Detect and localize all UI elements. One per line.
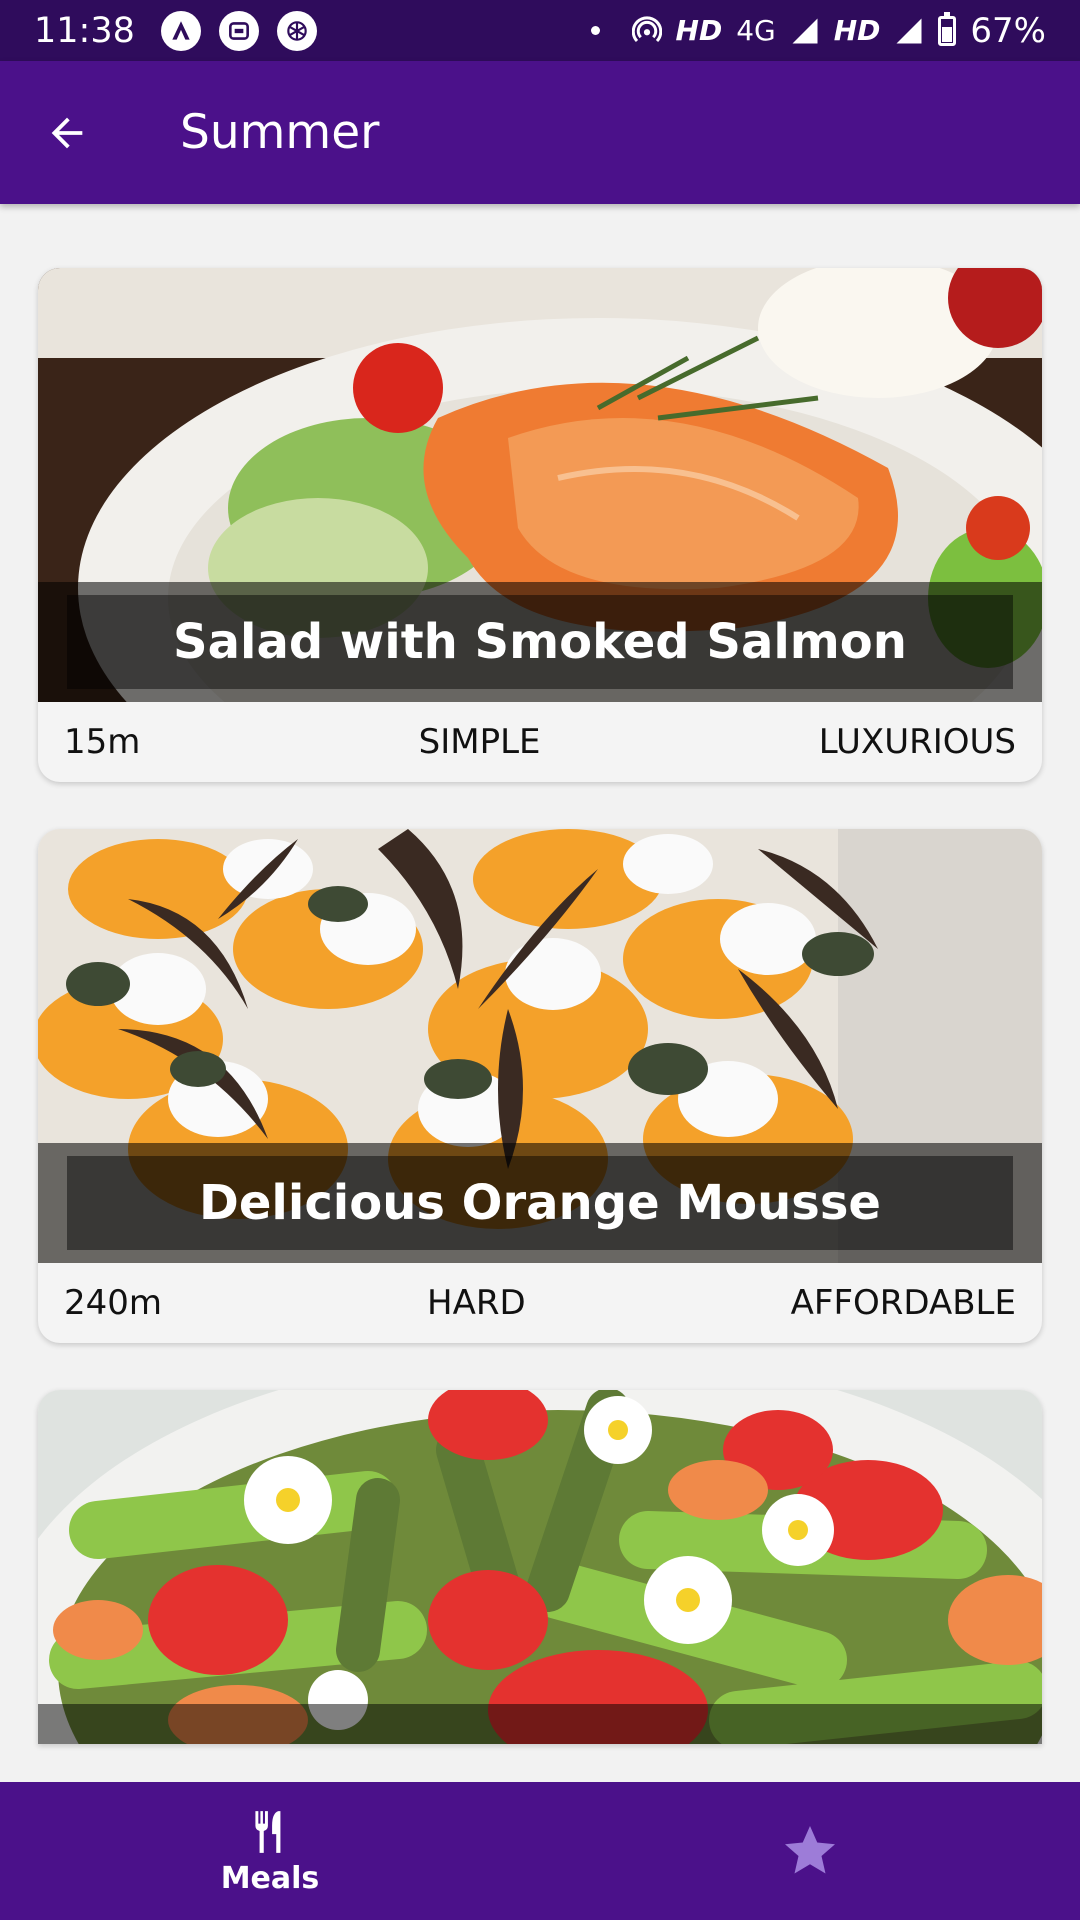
meal-title: Delicious Orange Mousse	[199, 1175, 881, 1231]
title-overlay: Delicious Orange Mousse	[38, 1143, 1042, 1263]
meal-affordability: LUXURIOUS	[818, 722, 1016, 762]
title-box: Delicious Orange Mousse	[67, 1156, 1013, 1250]
hotspot-icon	[631, 15, 662, 46]
arrow-back-icon	[51, 117, 83, 148]
network-label-2: HD	[833, 14, 881, 47]
status-indicators: HD 4G HD 67%	[590, 10, 1046, 51]
meal-complexity: SIMPLE	[418, 722, 541, 762]
meal-affordability: AFFORDABLE	[790, 1283, 1016, 1323]
status-time: 11:38	[34, 10, 135, 51]
status-bar: 11:38 HD 4G HD 67%	[0, 0, 1080, 61]
meal-image-salmon: Salad with Smoked Salmon	[38, 268, 1042, 702]
meal-card-salmon[interactable]: Salad with Smoked Salmon 15m SIMPLE LUXU…	[38, 268, 1042, 782]
notification-dot	[590, 26, 600, 35]
tab-meals[interactable]: Meals	[0, 1782, 540, 1920]
tab-favorites[interactable]	[540, 1782, 1080, 1920]
page-title: Summer	[180, 105, 380, 160]
react-notification-icon	[276, 10, 317, 51]
app-notification-icon	[160, 10, 201, 51]
meal-meta: 15m SIMPLE LUXURIOUS	[38, 702, 1042, 782]
restaurant-icon	[255, 1810, 281, 1853]
meal-duration: 15m	[64, 722, 141, 762]
tab-meals-label: Meals	[220, 1860, 320, 1896]
meal-duration: 240m	[64, 1283, 163, 1323]
meal-complexity: HARD	[427, 1283, 526, 1323]
signal-icon-1	[790, 16, 820, 46]
title-box: Salad with Smoked Salmon	[67, 595, 1013, 689]
app-bar: Summer	[0, 61, 1080, 204]
battery-percent: 67%	[970, 10, 1046, 51]
battery-icon	[938, 11, 957, 46]
signal-icon-2	[894, 16, 924, 46]
meal-image-orange-mousse: Delicious Orange Mousse	[38, 829, 1042, 1263]
network-type: 4G	[736, 14, 776, 47]
meal-list[interactable]: Salad with Smoked Salmon 15m SIMPLE LUXU…	[0, 204, 1080, 1782]
meal-image-asparagus-salad	[38, 1390, 1042, 1744]
meal-meta: 240m HARD AFFORDABLE	[38, 1263, 1042, 1343]
bottom-navigation: Meals	[0, 1782, 1080, 1920]
asparagus-salad-photo	[38, 1390, 1042, 1744]
meal-card-asparagus-salad[interactable]	[38, 1390, 1042, 1744]
meal-title: Salad with Smoked Salmon	[173, 614, 907, 670]
star-icon	[785, 1826, 835, 1874]
meal-card-orange-mousse[interactable]: Delicious Orange Mousse 240m HARD AFFORD…	[38, 829, 1042, 1343]
title-overlay: Salad with Smoked Salmon	[38, 582, 1042, 702]
mi-notification-icon	[218, 10, 259, 51]
back-button[interactable]	[36, 102, 98, 164]
network-label-1: HD	[675, 14, 723, 47]
